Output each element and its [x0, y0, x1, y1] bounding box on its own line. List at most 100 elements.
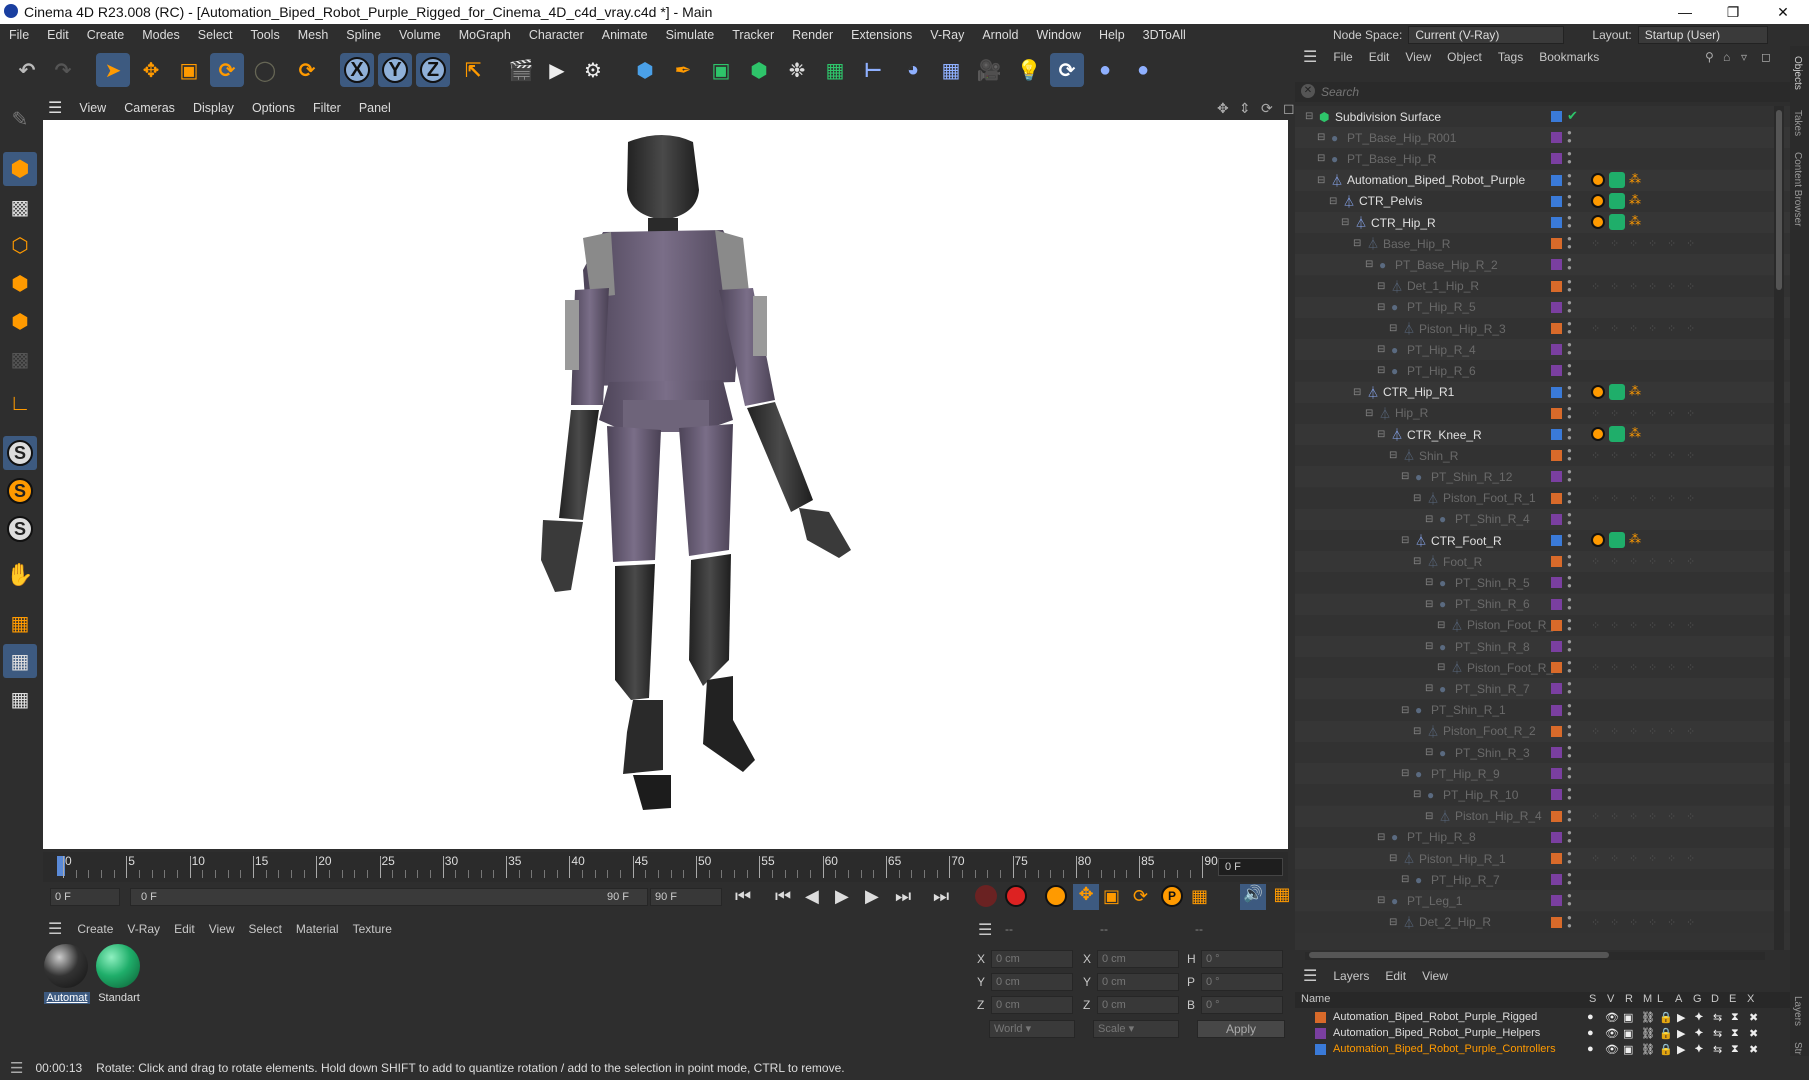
weight-tag-icon[interactable]: ⁘ [1686, 237, 1695, 250]
frame-range-slider[interactable]: 0 F 90 F [130, 888, 648, 906]
material-tag-icon[interactable] [1609, 532, 1625, 548]
object-row[interactable]: ⊟ ⏃ Piston_Hip_R_4 ● ● ⁘ ⁘ ⁘ ⁘ ⁘ ⁘ [1295, 805, 1790, 827]
deformers-icon[interactable]: ⇆ [1713, 1043, 1722, 1056]
layer-menu-layers[interactable]: Layers [1325, 969, 1377, 983]
visibility-dots-icon[interactable]: ● ● [1567, 765, 1572, 781]
render-icon[interactable]: ▣ [1623, 1043, 1633, 1056]
material-tag-icon[interactable] [1609, 171, 1625, 188]
weight-tag-icon[interactable]: ⁘ [1686, 449, 1695, 462]
layer-color-swatch[interactable] [1551, 598, 1562, 610]
object-row[interactable]: ⊟ ● PT_Hip_R_5 ● ● [1295, 296, 1790, 318]
solo-icon[interactable]: ● [1587, 1027, 1594, 1039]
weight-tag-icon[interactable]: ⁘ [1591, 407, 1600, 420]
manager-icon[interactable]: ⛓ [1641, 1043, 1655, 1056]
size-z-field[interactable]: 0 cm [1097, 996, 1179, 1014]
object-name[interactable]: CTR_Hip_R1 [1383, 385, 1454, 399]
object-row[interactable]: ⊟ ⬢ Subdivision Surface ✔ [1295, 106, 1790, 127]
weight-tag-icon[interactable]: ⁘ [1686, 492, 1695, 505]
weight-tag-icon[interactable]: ⁘ [1648, 280, 1657, 293]
weight-tag-icon[interactable]: ⁘ [1648, 407, 1657, 420]
layer-color-swatch[interactable] [1551, 238, 1562, 250]
timeline-mode-icon[interactable]: ▦ [1270, 884, 1294, 910]
weight-tag-icon[interactable]: ⁘ [1629, 916, 1638, 929]
object-name[interactable]: Piston_Hip_R_3 [1419, 322, 1506, 336]
x-axis-lock-button[interactable]: X [340, 53, 374, 87]
visibility-dots-icon[interactable]: ● ● [1567, 786, 1572, 802]
minimize-button[interactable]: — [1662, 0, 1708, 24]
weight-tag-icon[interactable]: ⁘ [1610, 407, 1619, 420]
side-tab-content-browser[interactable]: Content Browser [1792, 152, 1803, 226]
expand-toggle-icon[interactable]: ⊟ [1425, 811, 1433, 822]
expand-toggle-icon[interactable]: ⊟ [1377, 281, 1385, 292]
object-name[interactable]: PT_Base_Hip_R001 [1347, 131, 1456, 145]
key-parameter-icon[interactable]: P [1161, 885, 1183, 907]
timeline-ruler[interactable]: 0 5 10 15 20 25 30 35 40 45 50 55 60 65 70 75 80 85 90 0 F [43, 852, 1288, 882]
object-name[interactable]: Piston_Foot_R_2 [1443, 724, 1536, 738]
object-search-icon[interactable]: ⚲ [1705, 50, 1714, 64]
object-name[interactable]: Foot_R [1443, 555, 1482, 569]
object-row[interactable]: ⊟ ● PT_Shin_R_8 ● ● [1295, 636, 1790, 657]
material-tag-icon[interactable] [1609, 192, 1625, 209]
position-x-field[interactable]: 0 cm [991, 950, 1073, 968]
key-pla-icon[interactable]: ▦ [1191, 886, 1208, 907]
weight-tag-icon[interactable]: ⁘ [1648, 322, 1657, 335]
extrude-icon[interactable]: ⬢ [742, 53, 776, 87]
object-name[interactable]: CTR_Pelvis [1359, 194, 1422, 208]
object-row[interactable]: ⊟ ● PT_Shin_R_4 ● ● [1295, 508, 1790, 530]
weight-tag-icon[interactable]: ⁘ [1686, 280, 1695, 293]
weight-tag-icon[interactable]: ⁘ [1591, 916, 1600, 929]
weight-tag-icon[interactable]: ⁘ [1686, 619, 1695, 632]
side-tab-layers[interactable]: Layers [1792, 996, 1803, 1026]
sound-icon[interactable]: 🔊 [1240, 884, 1266, 910]
expand-toggle-icon[interactable]: ⊟ [1425, 599, 1433, 610]
layer-color-swatch[interactable] [1551, 556, 1562, 568]
expressions-icon[interactable]: ⧗ [1731, 1043, 1739, 1056]
expand-toggle-icon[interactable]: ⊟ [1305, 111, 1313, 122]
next-frame-icon[interactable]: ▶ [865, 886, 879, 907]
weight-tag-icon[interactable]: ⁘ [1610, 661, 1619, 674]
mograph-cloner-icon[interactable]: ❉ [780, 53, 814, 87]
layer-color-swatch[interactable] [1551, 535, 1562, 546]
object-row[interactable]: ⊟ ● PT_Hip_R_6 ● ● [1295, 360, 1790, 382]
workplane-icon[interactable]: ▦ [3, 606, 37, 640]
expand-toggle-icon[interactable]: ⊟ [1413, 789, 1421, 800]
viewport-hamburger-icon[interactable]: ☰ [40, 98, 70, 118]
layer-color-swatch[interactable] [1315, 1012, 1326, 1023]
object-row[interactable]: ⊟ ● PT_Leg_1 ● ● [1295, 890, 1790, 912]
lock-icon[interactable]: 🔒 [1659, 1043, 1673, 1056]
object-name[interactable]: PT_Shin_R_12 [1431, 470, 1512, 484]
autokey-icon[interactable] [1005, 885, 1027, 907]
visibility-dots-icon[interactable]: ● ● [1567, 214, 1572, 230]
visibility-dots-icon[interactable]: ● ● [1567, 701, 1572, 718]
object-name[interactable]: PT_Shin_R_7 [1455, 682, 1530, 696]
layer-color-swatch[interactable] [1551, 725, 1562, 737]
viewport-menu-filter[interactable]: Filter [304, 101, 350, 115]
object-row[interactable]: ⊟ ⏃ CTR_Pelvis ● ● ⁂ [1295, 190, 1790, 212]
position-y-field[interactable]: 0 cm [991, 973, 1073, 991]
layer-color-swatch[interactable] [1551, 810, 1562, 822]
weight-tag-icon[interactable]: ⁘ [1629, 852, 1638, 865]
weight-tag-icon[interactable]: ⁘ [1648, 810, 1657, 823]
solo-icon[interactable]: ● [1587, 1043, 1594, 1055]
render-settings-icon[interactable]: ⚙ [576, 53, 610, 87]
object-name[interactable]: PT_Hip_R_10 [1443, 788, 1518, 802]
object-name[interactable]: Automation_Biped_Robot_Purple [1347, 173, 1525, 187]
field-icon[interactable]: ⊢ [856, 53, 890, 87]
expand-toggle-icon[interactable]: ⊟ [1377, 832, 1385, 843]
layer-color-swatch[interactable] [1551, 132, 1562, 144]
weight-tag-icon[interactable]: ⁘ [1667, 852, 1676, 865]
render-view-icon[interactable]: 🎬 [504, 53, 538, 87]
weight-tag-icon[interactable]: ⁘ [1667, 492, 1676, 505]
key-rotation-icon[interactable]: ⟳ [1133, 886, 1148, 907]
object-name[interactable]: Shin_R [1419, 449, 1458, 463]
scene-icon[interactable]: ◕ [896, 53, 930, 87]
subdivision-icon[interactable]: ▣ [704, 53, 738, 87]
object-name[interactable]: PT_Shin_R_8 [1455, 640, 1530, 654]
weight-tag-icon[interactable]: ⁘ [1686, 322, 1695, 335]
points-mode-icon[interactable]: ⬡ [3, 228, 37, 262]
layer-color-swatch[interactable] [1551, 386, 1562, 398]
expand-toggle-icon[interactable]: ⊟ [1317, 132, 1325, 143]
side-tab-takes[interactable]: Takes [1792, 110, 1803, 136]
expand-toggle-icon[interactable]: ⊟ [1353, 387, 1361, 398]
render-picture-viewer-icon[interactable]: ▶ [540, 53, 574, 87]
